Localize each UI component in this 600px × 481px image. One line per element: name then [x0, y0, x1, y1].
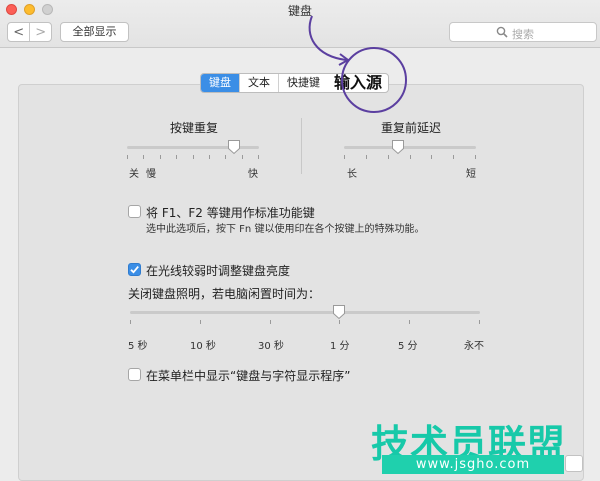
slider-tick: [258, 155, 259, 159]
key-repeat-title: 按键重复: [170, 121, 219, 135]
slider-tick: [366, 155, 367, 159]
backlight-stop-5: 永不: [464, 341, 484, 352]
slider-tick: [209, 155, 210, 159]
backlight-stop-0: 5 秒: [128, 341, 148, 352]
tab-shortcuts[interactable]: 快捷键: [278, 74, 328, 92]
menu-bar-viewer-label: 在菜单栏中显示“键盘与字符显示程序”: [146, 369, 351, 383]
delay-label-long: 长: [347, 169, 357, 180]
help-button[interactable]: [565, 455, 583, 472]
slider-knob[interactable]: [332, 304, 346, 320]
search-icon: [496, 26, 508, 38]
backlight-stop-3: 1 分: [330, 341, 350, 352]
slider-tick: [410, 155, 411, 159]
slider-tick: [453, 155, 454, 159]
slider-tick: [475, 155, 476, 159]
slider-tick: [344, 155, 345, 159]
slider-tick: [242, 155, 243, 159]
slider-tick: [270, 320, 271, 324]
search-field[interactable]: 搜索: [449, 22, 597, 42]
slider-tick: [479, 320, 480, 324]
forward-button[interactable]: >: [29, 23, 51, 41]
backlight-stop-2: 30 秒: [258, 341, 284, 352]
watermark-url: www.jsgho.com: [382, 455, 564, 474]
fn-keys-note: 选中此选项后，按下 Fn 键以使用印在各个按键上的特殊功能。: [146, 224, 425, 235]
annotation-arrow: [308, 15, 350, 66]
chevron-left-icon: <: [13, 24, 25, 40]
key-repeat-label-off: 关: [129, 169, 139, 180]
slider-tick: [409, 320, 410, 324]
checkmark-icon: [130, 266, 139, 274]
slider-tick: [339, 320, 340, 324]
nav-buttons: < >: [7, 22, 52, 42]
slider-tick: [143, 155, 144, 159]
slider-tick: [225, 155, 226, 159]
slider-tick: [127, 155, 128, 159]
slider-tick: [200, 320, 201, 324]
key-repeat-label-slow: 慢: [146, 169, 156, 180]
delay-title: 重复前延迟: [381, 121, 442, 135]
slider-tick: [176, 155, 177, 159]
section-divider: [301, 118, 302, 174]
fn-keys-checkbox[interactable]: [128, 205, 141, 218]
slider-tick: [388, 155, 389, 159]
back-button[interactable]: <: [8, 23, 29, 41]
backlight-stop-1: 10 秒: [190, 341, 216, 352]
slider-knob[interactable]: [391, 139, 405, 155]
key-repeat-label-fast: 快: [248, 169, 258, 180]
slider-tick: [431, 155, 432, 159]
delay-label-short: 短: [466, 169, 476, 180]
tab-input-sources[interactable]: 输入源: [328, 74, 388, 92]
slider-tick: [130, 320, 131, 324]
backlight-stop-4: 5 分: [398, 341, 418, 352]
slider-tick: [160, 155, 161, 159]
fn-keys-label: 将 F1、F2 等键用作标准功能键: [146, 206, 315, 220]
brightness-label: 在光线较弱时调整键盘亮度: [146, 264, 291, 278]
tab-keyboard[interactable]: 键盘: [201, 74, 239, 92]
show-all-button[interactable]: 全部显示: [60, 22, 129, 42]
menu-bar-viewer-checkbox[interactable]: [128, 368, 141, 381]
backlight-slider[interactable]: [130, 304, 480, 324]
chevron-right-icon: >: [35, 24, 47, 40]
slider-track: [344, 146, 476, 149]
tab-bar: 键盘 文本 快捷键 输入源: [200, 73, 390, 93]
slider-knob[interactable]: [227, 139, 241, 155]
slider-track: [130, 311, 480, 314]
backlight-label: 关闭键盘照明，若电脑闲置时间为：: [128, 287, 321, 301]
tab-text[interactable]: 文本: [239, 74, 278, 92]
brightness-checkbox[interactable]: [128, 263, 141, 276]
key-repeat-slider[interactable]: [127, 139, 259, 159]
search-placeholder: 搜索: [512, 28, 534, 41]
slider-tick: [193, 155, 194, 159]
delay-slider[interactable]: [344, 139, 476, 159]
